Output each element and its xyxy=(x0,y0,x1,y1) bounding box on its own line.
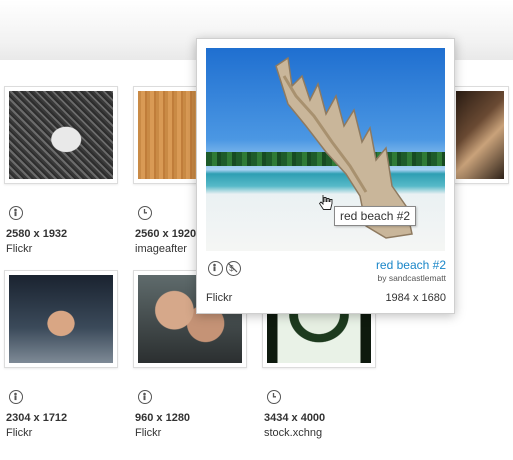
attribution-icon xyxy=(9,390,23,404)
image-dimensions: 2560 x 1920 xyxy=(135,228,197,240)
preview-title-link[interactable]: red beach #2 xyxy=(376,258,446,272)
image-preview-popup[interactable]: red beach #2 $ red beach #2 by sandcastl… xyxy=(196,38,455,314)
image-source[interactable]: stock.xchng xyxy=(264,427,322,439)
attribution-icon xyxy=(9,206,23,220)
image-thumbnail[interactable] xyxy=(4,270,118,368)
image-result-card[interactable] xyxy=(451,86,513,276)
image-dimensions: 2304 x 1712 xyxy=(6,412,68,424)
image-source[interactable]: imageafter xyxy=(135,243,187,255)
attribution-icon xyxy=(208,261,223,276)
clock-icon xyxy=(267,390,281,404)
attribution-icon xyxy=(138,390,152,404)
clock-icon xyxy=(138,206,152,220)
image-result-card[interactable]: 2304 x 1712 Flickr xyxy=(4,270,134,460)
image-source[interactable]: Flickr xyxy=(135,427,161,439)
image-source[interactable]: Flickr xyxy=(6,427,32,439)
image-thumbnail[interactable] xyxy=(451,86,509,184)
preview-image[interactable]: red beach #2 xyxy=(206,48,445,251)
image-dimensions: 3434 x 4000 xyxy=(264,412,326,424)
image-thumbnail[interactable] xyxy=(4,86,118,184)
image-title-tooltip: red beach #2 xyxy=(334,206,417,226)
noncommercial-icon: $ xyxy=(226,261,241,276)
preview-source[interactable]: Flickr xyxy=(206,292,232,304)
hand-cursor-icon xyxy=(319,195,333,210)
preview-dimensions: 1984 x 1680 xyxy=(385,292,446,304)
image-source[interactable]: Flickr xyxy=(6,243,32,255)
image-dimensions: 960 x 1280 xyxy=(135,412,191,424)
image-dimensions: 2580 x 1932 xyxy=(6,228,68,240)
preview-author[interactable]: by sandcastlematt xyxy=(377,273,446,283)
image-result-card[interactable]: 2580 x 1932 Flickr xyxy=(4,86,134,276)
